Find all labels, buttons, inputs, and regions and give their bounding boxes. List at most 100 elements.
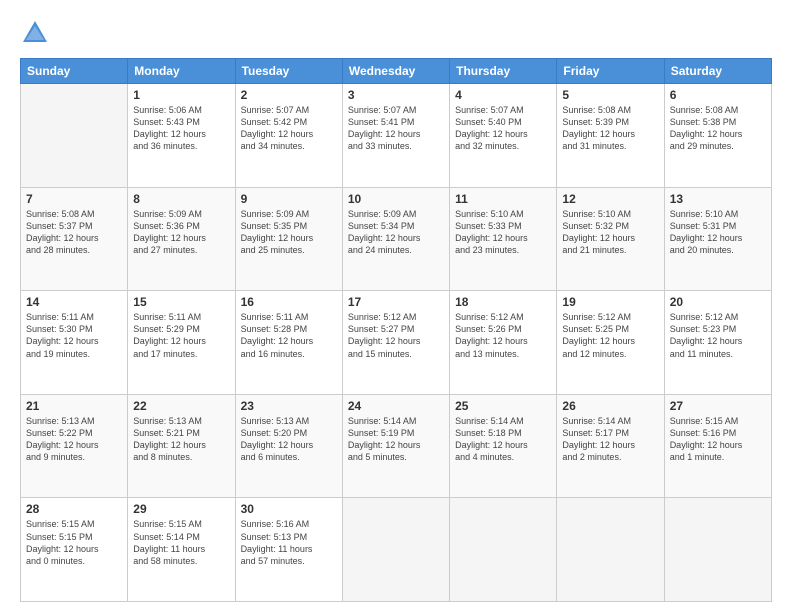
- week-row-4: 21 Sunrise: 5:13 AM Sunset: 5:22 PM Dayli…: [21, 394, 772, 498]
- day-info: Sunrise: 5:08 AM Sunset: 5:39 PM Dayligh…: [562, 104, 658, 153]
- day-number: 2: [241, 88, 337, 102]
- calendar-cell: 23 Sunrise: 5:13 AM Sunset: 5:20 PM Dayli…: [235, 394, 342, 498]
- calendar-cell: 16 Sunrise: 5:11 AM Sunset: 5:28 PM Dayli…: [235, 291, 342, 395]
- calendar-cell: 19 Sunrise: 5:12 AM Sunset: 5:25 PM Dayli…: [557, 291, 664, 395]
- day-number: 6: [670, 88, 766, 102]
- calendar-cell: 21 Sunrise: 5:13 AM Sunset: 5:22 PM Dayli…: [21, 394, 128, 498]
- weekday-header-row: SundayMondayTuesdayWednesdayThursdayFrid…: [21, 59, 772, 84]
- calendar-cell: 24 Sunrise: 5:14 AM Sunset: 5:19 PM Dayli…: [342, 394, 449, 498]
- day-info: Sunrise: 5:11 AM Sunset: 5:30 PM Dayligh…: [26, 311, 122, 360]
- day-info: Sunrise: 5:13 AM Sunset: 5:22 PM Dayligh…: [26, 415, 122, 464]
- weekday-header-monday: Monday: [128, 59, 235, 84]
- day-info: Sunrise: 5:10 AM Sunset: 5:31 PM Dayligh…: [670, 208, 766, 257]
- calendar-cell: 27Sunrise: 5:15 AM Sunset: 5:16 PM Dayli…: [664, 394, 771, 498]
- calendar-cell: 4 Sunrise: 5:07 AM Sunset: 5:40 PM Daylig…: [450, 84, 557, 188]
- calendar-cell: 25 Sunrise: 5:14 AM Sunset: 5:18 PM Dayli…: [450, 394, 557, 498]
- day-number: 29: [133, 502, 229, 516]
- day-info: Sunrise: 5:10 AM Sunset: 5:33 PM Dayligh…: [455, 208, 551, 257]
- calendar-cell: 29 Sunrise: 5:15 AM Sunset: 5:14 PM Dayli…: [128, 498, 235, 602]
- day-info: Sunrise: 5:08 AM Sunset: 5:38 PM Dayligh…: [670, 104, 766, 153]
- day-number: 1: [133, 88, 229, 102]
- day-number: 22: [133, 399, 229, 413]
- calendar-cell: [21, 84, 128, 188]
- day-info: Sunrise: 5:13 AM Sunset: 5:21 PM Dayligh…: [133, 415, 229, 464]
- day-info: Sunrise: 5:11 AM Sunset: 5:29 PM Dayligh…: [133, 311, 229, 360]
- day-info: Sunrise: 5:14 AM Sunset: 5:18 PM Dayligh…: [455, 415, 551, 464]
- week-row-2: 7 Sunrise: 5:08 AM Sunset: 5:37 PM Daylig…: [21, 187, 772, 291]
- day-info: Sunrise: 5:14 AM Sunset: 5:19 PM Dayligh…: [348, 415, 444, 464]
- day-number: 28: [26, 502, 122, 516]
- logo-icon: [20, 18, 50, 48]
- day-number: 7: [26, 192, 122, 206]
- day-info: Sunrise: 5:15 AM Sunset: 5:16 PM Dayligh…: [670, 415, 766, 464]
- day-number: 10: [348, 192, 444, 206]
- day-info: Sunrise: 5:08 AM Sunset: 5:37 PM Dayligh…: [26, 208, 122, 257]
- calendar-cell: 13 Sunrise: 5:10 AM Sunset: 5:31 PM Dayli…: [664, 187, 771, 291]
- day-info: Sunrise: 5:07 AM Sunset: 5:42 PM Dayligh…: [241, 104, 337, 153]
- calendar-cell: 14Sunrise: 5:11 AM Sunset: 5:30 PM Dayli…: [21, 291, 128, 395]
- weekday-header-thursday: Thursday: [450, 59, 557, 84]
- weekday-header-friday: Friday: [557, 59, 664, 84]
- day-info: Sunrise: 5:15 AM Sunset: 5:14 PM Dayligh…: [133, 518, 229, 567]
- day-info: Sunrise: 5:10 AM Sunset: 5:32 PM Dayligh…: [562, 208, 658, 257]
- calendar-cell: 2 Sunrise: 5:07 AM Sunset: 5:42 PM Daylig…: [235, 84, 342, 188]
- day-number: 5: [562, 88, 658, 102]
- day-number: 13: [670, 192, 766, 206]
- weekday-header-tuesday: Tuesday: [235, 59, 342, 84]
- day-info: Sunrise: 5:14 AM Sunset: 5:17 PM Dayligh…: [562, 415, 658, 464]
- calendar-cell: 30 Sunrise: 5:16 AM Sunset: 5:13 PM Dayli…: [235, 498, 342, 602]
- weekday-header-saturday: Saturday: [664, 59, 771, 84]
- day-number: 30: [241, 502, 337, 516]
- calendar-cell: 11 Sunrise: 5:10 AM Sunset: 5:33 PM Dayli…: [450, 187, 557, 291]
- week-row-1: 1 Sunrise: 5:06 AM Sunset: 5:43 PM Daylig…: [21, 84, 772, 188]
- calendar-cell: [342, 498, 449, 602]
- day-number: 26: [562, 399, 658, 413]
- day-number: 9: [241, 192, 337, 206]
- day-number: 18: [455, 295, 551, 309]
- logo: [20, 18, 52, 48]
- day-info: Sunrise: 5:12 AM Sunset: 5:26 PM Dayligh…: [455, 311, 551, 360]
- day-info: Sunrise: 5:09 AM Sunset: 5:36 PM Dayligh…: [133, 208, 229, 257]
- day-number: 24: [348, 399, 444, 413]
- day-number: 11: [455, 192, 551, 206]
- calendar-cell: [557, 498, 664, 602]
- day-number: 20: [670, 295, 766, 309]
- day-info: Sunrise: 5:11 AM Sunset: 5:28 PM Dayligh…: [241, 311, 337, 360]
- day-info: Sunrise: 5:12 AM Sunset: 5:23 PM Dayligh…: [670, 311, 766, 360]
- day-info: Sunrise: 5:07 AM Sunset: 5:40 PM Dayligh…: [455, 104, 551, 153]
- day-info: Sunrise: 5:15 AM Sunset: 5:15 PM Dayligh…: [26, 518, 122, 567]
- calendar-cell: 8Sunrise: 5:09 AM Sunset: 5:36 PM Daylig…: [128, 187, 235, 291]
- day-number: 19: [562, 295, 658, 309]
- day-info: Sunrise: 5:09 AM Sunset: 5:35 PM Dayligh…: [241, 208, 337, 257]
- day-number: 17: [348, 295, 444, 309]
- calendar-cell: 3Sunrise: 5:07 AM Sunset: 5:41 PM Daylig…: [342, 84, 449, 188]
- weekday-header-wednesday: Wednesday: [342, 59, 449, 84]
- calendar-cell: 6 Sunrise: 5:08 AM Sunset: 5:38 PM Daylig…: [664, 84, 771, 188]
- day-number: 15: [133, 295, 229, 309]
- day-number: 12: [562, 192, 658, 206]
- calendar-cell: 17 Sunrise: 5:12 AM Sunset: 5:27 PM Dayli…: [342, 291, 449, 395]
- calendar-cell: 26 Sunrise: 5:14 AM Sunset: 5:17 PM Dayli…: [557, 394, 664, 498]
- week-row-5: 28 Sunrise: 5:15 AM Sunset: 5:15 PM Dayli…: [21, 498, 772, 602]
- day-info: Sunrise: 5:13 AM Sunset: 5:20 PM Dayligh…: [241, 415, 337, 464]
- calendar-cell: 10Sunrise: 5:09 AM Sunset: 5:34 PM Dayli…: [342, 187, 449, 291]
- calendar-cell: 28 Sunrise: 5:15 AM Sunset: 5:15 PM Dayli…: [21, 498, 128, 602]
- day-number: 16: [241, 295, 337, 309]
- day-number: 23: [241, 399, 337, 413]
- calendar-cell: 20 Sunrise: 5:12 AM Sunset: 5:23 PM Dayli…: [664, 291, 771, 395]
- calendar-cell: 5 Sunrise: 5:08 AM Sunset: 5:39 PM Daylig…: [557, 84, 664, 188]
- day-info: Sunrise: 5:06 AM Sunset: 5:43 PM Dayligh…: [133, 104, 229, 153]
- calendar-cell: 22 Sunrise: 5:13 AM Sunset: 5:21 PM Dayli…: [128, 394, 235, 498]
- header: [20, 18, 772, 48]
- day-number: 4: [455, 88, 551, 102]
- calendar-cell: 18 Sunrise: 5:12 AM Sunset: 5:26 PM Dayli…: [450, 291, 557, 395]
- day-number: 21: [26, 399, 122, 413]
- calendar-cell: 15 Sunrise: 5:11 AM Sunset: 5:29 PM Dayli…: [128, 291, 235, 395]
- day-info: Sunrise: 5:12 AM Sunset: 5:25 PM Dayligh…: [562, 311, 658, 360]
- calendar-cell: 1 Sunrise: 5:06 AM Sunset: 5:43 PM Daylig…: [128, 84, 235, 188]
- day-info: Sunrise: 5:12 AM Sunset: 5:27 PM Dayligh…: [348, 311, 444, 360]
- calendar-cell: 12 Sunrise: 5:10 AM Sunset: 5:32 PM Dayli…: [557, 187, 664, 291]
- calendar-cell: 9 Sunrise: 5:09 AM Sunset: 5:35 PM Daylig…: [235, 187, 342, 291]
- day-number: 25: [455, 399, 551, 413]
- day-info: Sunrise: 5:16 AM Sunset: 5:13 PM Dayligh…: [241, 518, 337, 567]
